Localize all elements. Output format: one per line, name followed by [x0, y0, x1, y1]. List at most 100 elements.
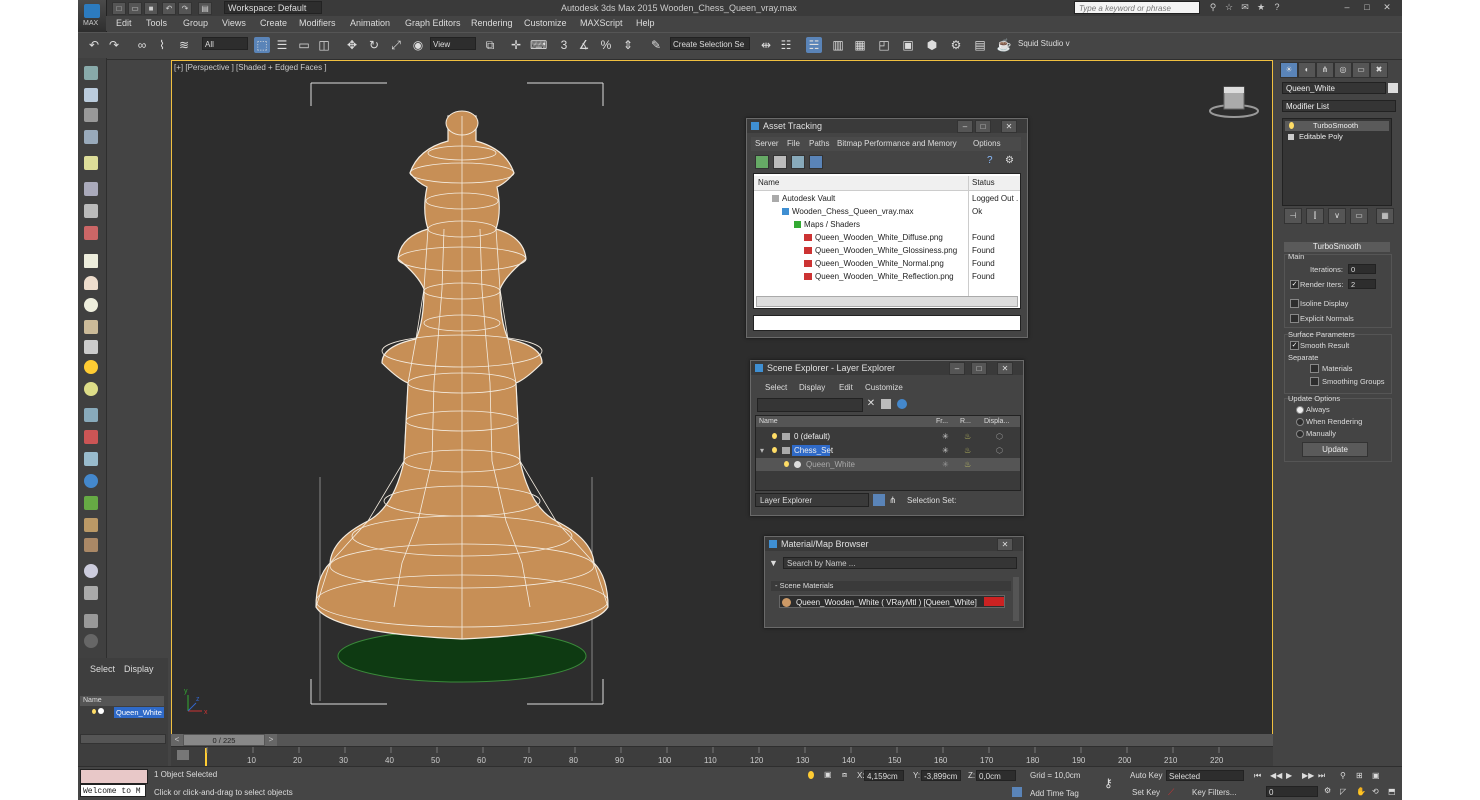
- stack-item-turbosmooth[interactable]: TurboSmooth: [1285, 121, 1389, 131]
- menu-animation[interactable]: Animation: [350, 18, 390, 28]
- render-iters-checkbox[interactable]: ✓: [1290, 280, 1299, 289]
- play-icon[interactable]: ▶: [1286, 770, 1298, 781]
- save-icon[interactable]: ■: [144, 2, 158, 15]
- angle-snap-icon[interactable]: ∡: [576, 37, 592, 53]
- rect-selection-icon[interactable]: ▭: [296, 37, 312, 53]
- fur-icon[interactable]: [84, 538, 98, 552]
- time-slider[interactable]: < 0 / 225 >: [171, 734, 1273, 746]
- column-name[interactable]: Name: [758, 176, 779, 189]
- table-row[interactable]: Wooden_Chess_Queen_vray.max Ok: [754, 205, 1020, 218]
- tab-select[interactable]: Select: [90, 664, 115, 674]
- teapot-prim-icon[interactable]: [84, 320, 98, 334]
- select-manipulate-icon[interactable]: ✛: [508, 37, 524, 53]
- help-circle-icon[interactable]: [84, 634, 98, 648]
- layer-stack-icon[interactable]: [897, 399, 907, 409]
- render-teapot-icon[interactable]: ♨: [964, 458, 971, 471]
- minimize-button[interactable]: –: [1340, 2, 1354, 13]
- zoom-all-icon[interactable]: ⊞: [1356, 770, 1368, 781]
- isolate-selection-icon[interactable]: [808, 771, 814, 779]
- search-input[interactable]: Type a keyword or phrase: [1074, 1, 1200, 14]
- next-frame-icon[interactable]: >: [265, 734, 277, 746]
- modify-tab-icon[interactable]: ◐: [1298, 62, 1316, 78]
- motion-tab-icon[interactable]: ◎: [1334, 62, 1352, 78]
- smooth-result-checkbox[interactable]: ✓: [1290, 341, 1299, 350]
- add-time-tag[interactable]: Add Time Tag: [1030, 789, 1079, 798]
- new-icon[interactable]: □: [112, 2, 126, 15]
- horizontal-scrollbar[interactable]: [756, 296, 1018, 307]
- material-browser-titlebar[interactable]: Material/Map Browser ✕: [765, 537, 1023, 551]
- explorer-mode-dropdown[interactable]: Layer Explorer: [755, 493, 869, 507]
- light-bulb-icon[interactable]: [92, 709, 96, 714]
- select-by-list-icon[interactable]: [881, 399, 891, 409]
- current-frame-field[interactable]: 0: [1266, 786, 1318, 797]
- freeze-icon[interactable]: ✳: [942, 458, 949, 471]
- modifier-list-dropdown[interactable]: Modifier List: [1282, 100, 1396, 112]
- table-row[interactable]: 0 (default) ✳ ♨ ⬡: [756, 430, 1020, 443]
- time-slider-thumb[interactable]: 0 / 225: [183, 734, 265, 746]
- pivot-icon[interactable]: ⧉: [482, 37, 498, 53]
- named-selection-dropdown[interactable]: Create Selection Se: [670, 37, 750, 50]
- menu-display[interactable]: Display: [799, 383, 825, 392]
- material-search-input[interactable]: Search by Name ...: [783, 557, 1017, 569]
- display-icon[interactable]: ⬡: [996, 444, 1003, 457]
- freeze-icon[interactable]: ✳: [942, 444, 949, 457]
- x-coordinate-field[interactable]: 4,159cm: [864, 770, 904, 781]
- tab-display[interactable]: Display: [124, 664, 154, 674]
- list-icon[interactable]: [84, 108, 98, 122]
- display-icon[interactable]: ⬡: [996, 430, 1003, 443]
- vault-icon[interactable]: [755, 155, 769, 169]
- utilities-tab-icon[interactable]: ✖: [1370, 62, 1388, 78]
- expand-arrow-icon[interactable]: ▾: [760, 444, 764, 457]
- material-sphere-icon[interactable]: [84, 564, 98, 578]
- perspective-viewport[interactable]: [+] [Perspective ] [Shaded + Edged Faces…: [171, 60, 1273, 740]
- menu-server[interactable]: Server: [755, 139, 779, 148]
- schematic-view-icon[interactable]: ▣: [900, 37, 916, 53]
- freeze-icon[interactable]: ✳: [942, 430, 949, 443]
- update-button[interactable]: Update: [1302, 442, 1368, 457]
- light-bulb-icon[interactable]: [772, 433, 777, 439]
- close-button[interactable]: ✕: [997, 538, 1013, 551]
- hair-icon[interactable]: [84, 518, 98, 532]
- table-row[interactable]: Queen_Wooden_White_Normal.png Found: [754, 257, 1020, 270]
- menu-tools[interactable]: Tools: [146, 18, 167, 28]
- find-input[interactable]: [757, 398, 863, 412]
- graphite-ribbon-icon[interactable]: ▦: [852, 37, 868, 53]
- render-teapot-icon[interactable]: ♨: [964, 444, 971, 457]
- render-production-icon[interactable]: ☕: [996, 37, 1012, 53]
- cone-icon[interactable]: [84, 340, 98, 354]
- key-filters-button[interactable]: Key Filters...: [1192, 788, 1236, 797]
- minimize-button[interactable]: –: [957, 120, 973, 133]
- image-icon[interactable]: [791, 155, 805, 169]
- menu-create[interactable]: Create: [260, 18, 287, 28]
- column-name[interactable]: Name: [759, 416, 778, 427]
- helper-icon[interactable]: [84, 204, 98, 218]
- modifier-icon[interactable]: [84, 614, 98, 628]
- menu-paths[interactable]: Paths: [809, 139, 829, 148]
- go-to-end-icon[interactable]: ⏭: [1318, 770, 1330, 781]
- material-editor-icon[interactable]: ⬢: [924, 37, 940, 53]
- settings-icon[interactable]: ⚙: [1005, 155, 1017, 167]
- open-icon[interactable]: ▭: [128, 2, 142, 15]
- window-crossing-icon[interactable]: ◫: [316, 37, 332, 53]
- snaps-toggle-icon[interactable]: 3: [556, 37, 572, 53]
- mesh-icon[interactable]: [84, 408, 98, 422]
- placement-icon[interactable]: ◉: [410, 37, 426, 53]
- render-setup-icon[interactable]: ⚙: [948, 37, 964, 53]
- grid-icon[interactable]: [84, 130, 98, 144]
- key-mode-dropdown[interactable]: Selected: [1166, 770, 1244, 781]
- menu-maxscript[interactable]: MAXScript: [580, 18, 623, 28]
- time-config-icon[interactable]: ⚙: [1324, 786, 1334, 796]
- show-end-result-icon[interactable]: ⫿: [1306, 208, 1324, 224]
- selection-filter-dropdown[interactable]: All: [202, 37, 248, 50]
- field-of-view-icon[interactable]: ◸: [1340, 786, 1352, 797]
- column-freeze[interactable]: Fr...: [936, 416, 948, 427]
- asset-tracking-titlebar[interactable]: Asset Tracking – □ ✕: [747, 119, 1027, 133]
- pyramid-icon[interactable]: [84, 452, 98, 466]
- redo-icon[interactable]: ↷: [106, 37, 122, 53]
- menu-customize[interactable]: Customize: [524, 18, 567, 28]
- menu-file[interactable]: File: [787, 139, 800, 148]
- key-icon[interactable]: ⚷: [1104, 776, 1122, 790]
- column-status[interactable]: Status: [972, 176, 995, 189]
- app-logo-button[interactable]: MAX: [78, 0, 107, 32]
- table-view-icon[interactable]: [809, 155, 823, 169]
